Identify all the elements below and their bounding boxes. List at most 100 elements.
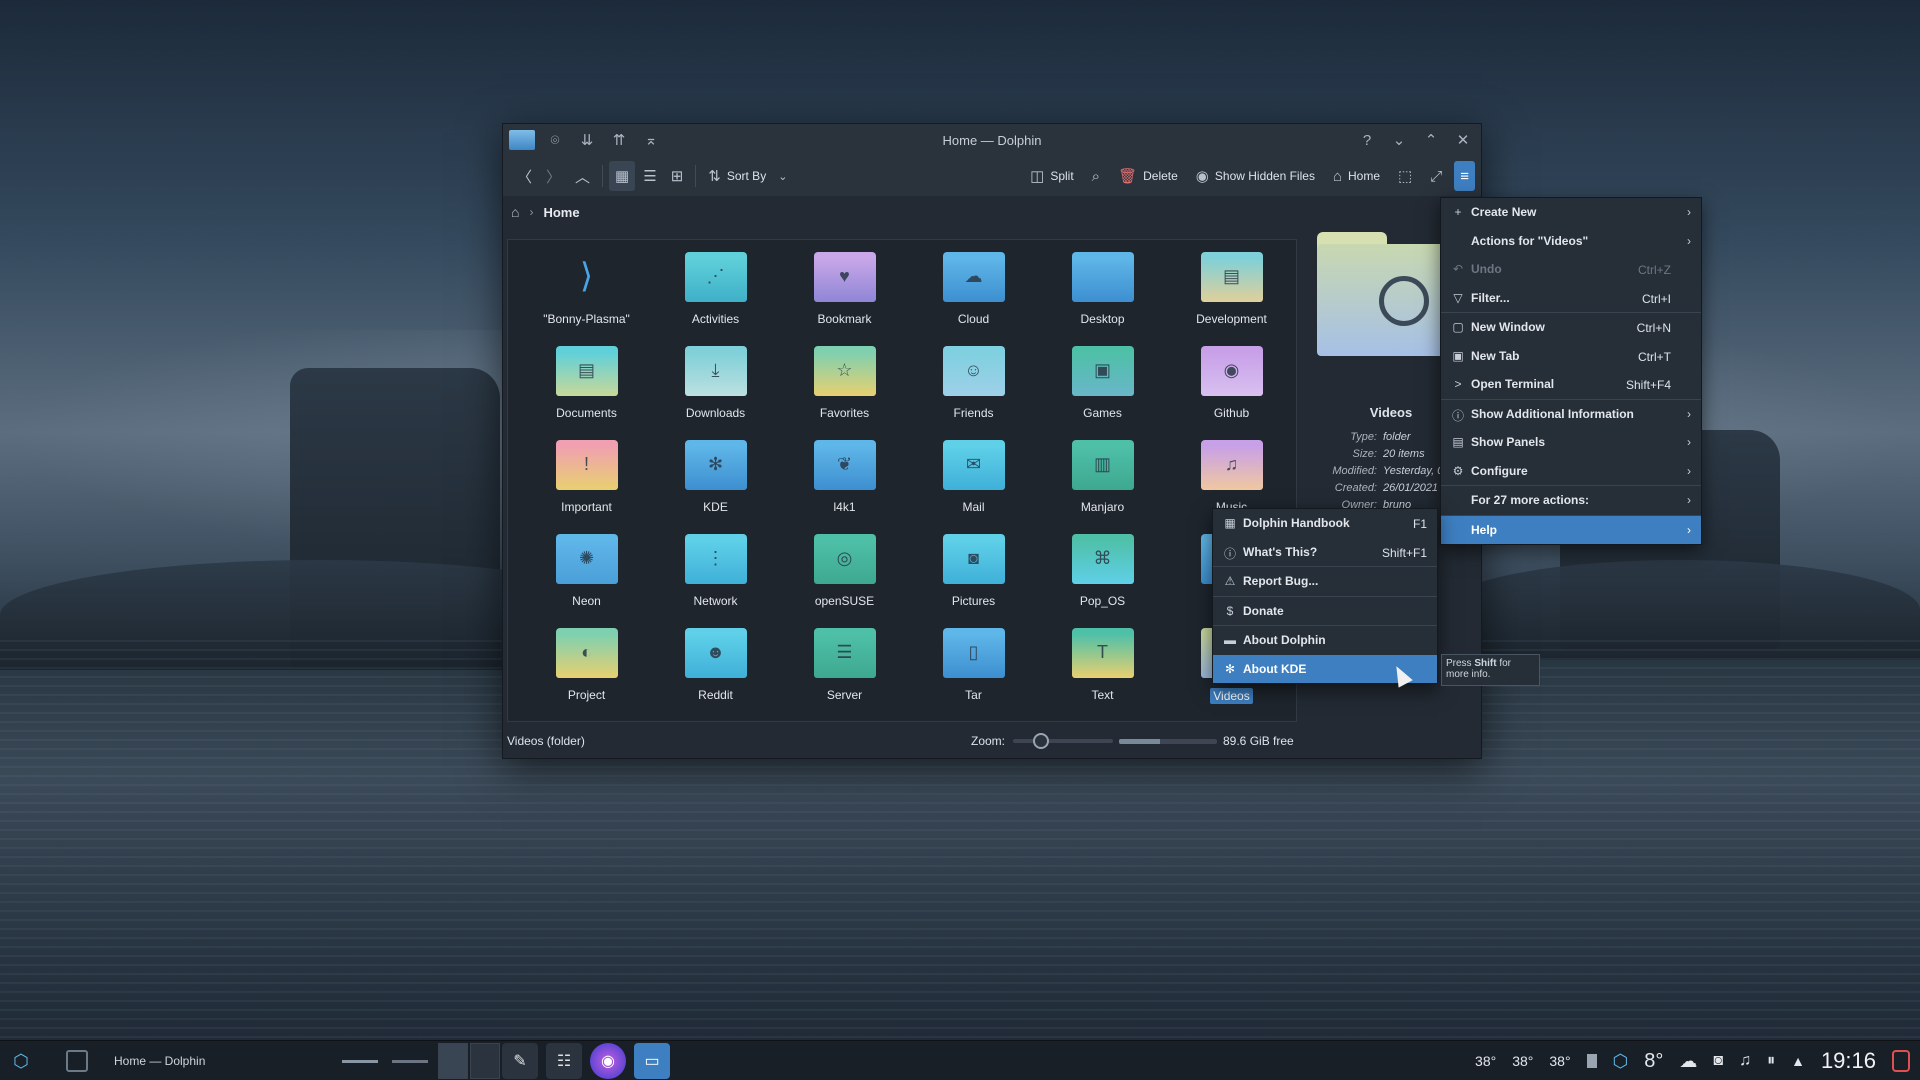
- weather-temp[interactable]: 8°: [1644, 1050, 1663, 1073]
- file-item[interactable]: ⋰ Activities: [651, 246, 780, 340]
- menu-item-about-dolphin[interactable]: ▬ About Dolphin: [1213, 626, 1437, 655]
- file-item[interactable]: ☆ Favorites: [780, 340, 909, 434]
- dolphin-taskbar-icon[interactable]: ▭: [634, 1043, 670, 1079]
- file-item[interactable]: ⋮ Network: [651, 528, 780, 622]
- pen-tool-icon[interactable]: ✎: [502, 1043, 538, 1079]
- menu-item-filter[interactable]: ▽ Filter... Ctrl+I: [1441, 284, 1701, 313]
- details-view-button[interactable]: ☰: [637, 161, 662, 191]
- file-item[interactable]: ! Important: [522, 434, 651, 528]
- brightness-mini-icon[interactable]: [390, 1041, 430, 1080]
- file-item[interactable]: ▥ Manjaro: [1038, 434, 1167, 528]
- file-item[interactable]: ⤓ Downloads: [651, 340, 780, 434]
- file-item[interactable]: ▤ Development: [1167, 246, 1296, 340]
- search-button[interactable]: ⌕: [1086, 161, 1106, 191]
- icons-view-button[interactable]: ▦: [609, 161, 636, 191]
- breadcrumb-home-icon[interactable]: ⌂: [511, 204, 519, 220]
- hamburger-menu-button[interactable]: ≡: [1454, 161, 1475, 191]
- volume-icon[interactable]: ♫: [1739, 1052, 1751, 1070]
- file-item[interactable]: ☺ Friends: [909, 340, 1038, 434]
- close-icon[interactable]: ✕: [1451, 128, 1475, 152]
- temp-gpu[interactable]: 38°: [1512, 1053, 1533, 1069]
- screenshot-icon[interactable]: ◙: [1713, 1052, 1723, 1070]
- maximize-icon[interactable]: ⌃: [1419, 128, 1443, 152]
- media-pause-icon[interactable]: ⏸: [1767, 1052, 1775, 1070]
- minimize-icon[interactable]: ⌄: [1387, 128, 1411, 152]
- menu-item-new-window[interactable]: ▢ New Window Ctrl+N: [1441, 313, 1701, 342]
- weather-cloud-icon[interactable]: ☁: [1679, 1051, 1697, 1072]
- file-item[interactable]: ◎ openSUSE: [780, 528, 909, 622]
- delete-button[interactable]: 🗑 Delete: [1112, 161, 1184, 191]
- notification-icon[interactable]: [1892, 1050, 1910, 1072]
- menu-item-dolphin-handbook[interactable]: ▦ Dolphin Handbook F1: [1213, 509, 1437, 538]
- kde-icon: ✻: [1224, 661, 1236, 676]
- select-all-button[interactable]: ⬚: [1392, 161, 1418, 191]
- show-hidden-files-button[interactable]: ◉ Show Hidden Files: [1190, 161, 1321, 191]
- file-item[interactable]: ◙ Pictures: [909, 528, 1038, 622]
- file-item[interactable]: ◐ Project: [522, 622, 651, 716]
- menu-item-donate[interactable]: $ Donate: [1213, 597, 1437, 626]
- file-item[interactable]: ✻ KDE: [651, 434, 780, 528]
- pager-desktop-1[interactable]: [438, 1043, 468, 1079]
- file-item[interactable]: ▤ Documents: [522, 340, 651, 434]
- menu-item-help[interactable]: Help ›: [1441, 515, 1701, 544]
- split-button[interactable]: ◫ Split: [1024, 161, 1080, 191]
- menu-item-show-additional-information[interactable]: ⓘ Show Additional Information ›: [1441, 400, 1701, 429]
- zoom-slider[interactable]: [1013, 733, 1114, 749]
- menu-item-show-panels[interactable]: ▤ Show Panels ›: [1441, 428, 1701, 457]
- sort-by-button[interactable]: ⇅ Sort By ⌄: [702, 161, 793, 191]
- disk-usage-fill: [1119, 738, 1161, 744]
- pager-desktop-2[interactable]: [470, 1043, 500, 1079]
- breadcrumb-current[interactable]: Home: [543, 205, 579, 220]
- menu-item-label: New Window: [1471, 320, 1545, 335]
- temp-disk[interactable]: 38°: [1549, 1053, 1570, 1069]
- file-item[interactable]: ◉ Github: [1167, 340, 1296, 434]
- task-entry-dolphin[interactable]: Home — Dolphin: [66, 1041, 336, 1080]
- firefox-icon[interactable]: ◉: [590, 1043, 626, 1079]
- temp-cpu[interactable]: 38°: [1475, 1053, 1496, 1069]
- zoom-slider-handle[interactable]: [1033, 733, 1050, 749]
- file-item[interactable]: ☻ Reddit: [651, 622, 780, 716]
- menu-item-create-new[interactable]: + Create New ›: [1441, 198, 1701, 227]
- help-icon[interactable]: ?: [1355, 128, 1379, 152]
- file-view[interactable]: ⟩ "Bonny-Plasma" ⋰ Activities ♥ Bookmark ☁ Clou…: [507, 239, 1297, 722]
- virtual-desktop-pager[interactable]: [438, 1043, 500, 1079]
- file-item[interactable]: ✉ Mail: [909, 434, 1038, 528]
- file-item[interactable]: T Text: [1038, 622, 1167, 716]
- menu-item-configure[interactable]: ⚙ Configure ›: [1441, 457, 1701, 486]
- file-item-label: Reddit: [698, 688, 733, 702]
- file-item[interactable]: ▯ Tar: [909, 622, 1038, 716]
- disk-activity-icon[interactable]: [1586, 1054, 1597, 1068]
- tray-expand-icon[interactable]: ▲: [1791, 1053, 1805, 1069]
- file-item[interactable]: ⌘ Pop_OS: [1038, 528, 1167, 622]
- forward-button[interactable]: 〉: [540, 161, 567, 191]
- volume-mini-icon[interactable]: [340, 1041, 380, 1080]
- app-launcher-icon[interactable]: ⬡: [6, 1041, 36, 1080]
- file-item[interactable]: ⟩ "Bonny-Plasma": [522, 246, 651, 340]
- file-item[interactable]: ♥ Bookmark: [780, 246, 909, 340]
- home-button[interactable]: ⌂ Home: [1327, 161, 1386, 191]
- menu-item-for-27-more-actions[interactable]: For 27 more actions: ›: [1441, 486, 1701, 515]
- menu-item-undo[interactable]: ↶ Undo Ctrl+Z: [1441, 255, 1701, 284]
- back-button[interactable]: 〈: [511, 161, 538, 191]
- file-item[interactable]: ☁ Cloud: [909, 246, 1038, 340]
- settings-sliders-icon[interactable]: ☷: [546, 1043, 582, 1079]
- cloud-icon: ☁: [942, 252, 1005, 302]
- compact-view-button[interactable]: ⊞: [665, 161, 690, 191]
- fullscreen-button[interactable]: ⤢: [1424, 161, 1448, 191]
- task-window-icon: [66, 1050, 88, 1072]
- menu-item-what-s-this[interactable]: ⓘ What's This? Shift+F1: [1213, 538, 1437, 567]
- file-item[interactable]: ✺ Neon: [522, 528, 651, 622]
- menu-item-new-tab[interactable]: ▣ New Tab Ctrl+T: [1441, 342, 1701, 371]
- file-item[interactable]: ❦ l4k1: [780, 434, 909, 528]
- menu-item-open-terminal[interactable]: > Open Terminal Shift+F4: [1441, 370, 1701, 399]
- kde-connect-icon[interactable]: ⬡: [1613, 1051, 1629, 1072]
- titlebar[interactable]: ⌾ ⇊ ⇈ ⌅ Home — Dolphin ? ⌄ ⌃ ✕: [503, 124, 1481, 156]
- file-item[interactable]: ▣ Games: [1038, 340, 1167, 434]
- file-item[interactable]: Desktop: [1038, 246, 1167, 340]
- info-key: Size:: [1352, 448, 1377, 460]
- menu-item-actions-for-videos[interactable]: Actions for "Videos" ›: [1441, 227, 1701, 256]
- clock[interactable]: 19:16: [1821, 1048, 1876, 1074]
- file-item[interactable]: ☰ Server: [780, 622, 909, 716]
- menu-item-report-bug[interactable]: ⚠ Report Bug...: [1213, 567, 1437, 596]
- up-button[interactable]: ︿: [569, 161, 596, 191]
